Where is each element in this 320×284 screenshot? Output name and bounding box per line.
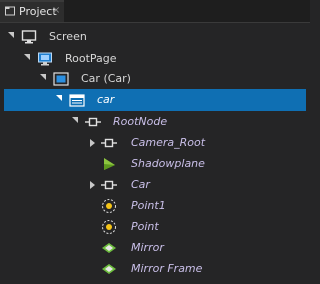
- expand-arrow-icon[interactable]: [56, 95, 62, 101]
- tree-item-label: car: [97, 93, 115, 106]
- tree-item-label: Car (Car): [81, 72, 131, 85]
- tree-item-label: Camera_Root: [131, 136, 206, 149]
- scene-icon: [69, 94, 85, 107]
- monitor-icon: [21, 30, 37, 44]
- tree-item-mirror-frame[interactable]: Mirror Frame: [0, 258, 310, 280]
- tree-item-car-node[interactable]: Car: [0, 174, 310, 196]
- tree-item-mirror[interactable]: Mirror: [0, 237, 310, 259]
- divider: [0, 22, 310, 23]
- node-icon: [101, 180, 117, 190]
- tree-item-car-scene[interactable]: car: [4, 89, 306, 111]
- tree-item-label: RootNode: [113, 115, 168, 128]
- expand-arrow-icon[interactable]: [24, 54, 30, 60]
- tab-project[interactable]: Project ×: [0, 0, 64, 22]
- tree-item-label: Mirror: [131, 241, 164, 254]
- tree-item-label: Screen: [49, 30, 87, 43]
- plane-icon: [102, 243, 116, 253]
- tree-item-label: Shadowplane: [131, 157, 205, 170]
- tree-item-screen[interactable]: Screen: [0, 26, 310, 48]
- collapse-arrow-icon[interactable]: [90, 181, 95, 189]
- tree-item-point1[interactable]: Point1: [0, 195, 310, 217]
- tree-item-rootpage[interactable]: RootPage: [0, 48, 310, 70]
- tree-item-car-viewport[interactable]: Car (Car): [0, 68, 310, 90]
- light-icon: [102, 220, 116, 234]
- tree-item-camera-root[interactable]: Camera_Root: [0, 132, 310, 154]
- tree-item-label: RootPage: [65, 52, 117, 65]
- collapse-arrow-icon[interactable]: [90, 139, 95, 147]
- viewport-icon: [53, 72, 69, 86]
- node-icon: [101, 138, 117, 148]
- project-icon: [5, 6, 15, 16]
- tree-item-shadowplane[interactable]: Shadowplane: [0, 153, 310, 175]
- plane-icon: [102, 264, 116, 274]
- tree-item-label: Car: [131, 178, 150, 191]
- expand-arrow-icon[interactable]: [8, 32, 14, 38]
- tab-label: Project: [19, 5, 57, 18]
- node-icon: [85, 117, 101, 127]
- close-icon[interactable]: ×: [52, 5, 60, 16]
- tree-item-label: Point: [131, 220, 159, 233]
- panel-tabbar: Project ×: [0, 0, 310, 22]
- tree-item-rootnode[interactable]: RootNode: [0, 111, 310, 133]
- tree-item-label: Point1: [131, 199, 166, 212]
- page-icon: [38, 52, 52, 66]
- tree-item-label: Mirror Frame: [131, 262, 203, 275]
- light-icon: [102, 199, 116, 213]
- expand-arrow-icon[interactable]: [72, 117, 78, 123]
- mesh-icon: [104, 158, 115, 170]
- expand-arrow-icon[interactable]: [40, 74, 46, 80]
- tree-item-point[interactable]: Point: [0, 216, 310, 238]
